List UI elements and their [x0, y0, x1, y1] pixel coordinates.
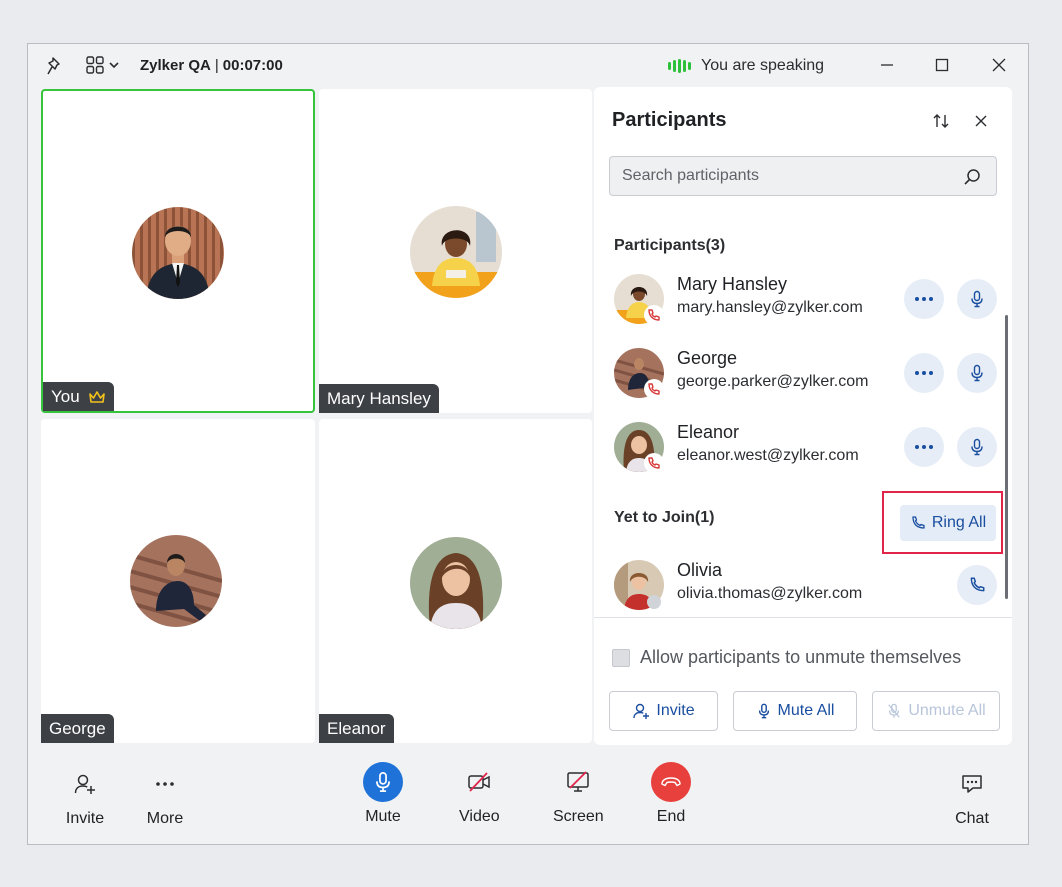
- speaking-indicator: You are speaking: [668, 57, 824, 75]
- allow-unmute-label: Allow participants to unmute themselves: [640, 647, 962, 667]
- participants-panel: Participants Participants(3) Mary Hansle…: [594, 87, 1012, 745]
- participant-name: George: [677, 348, 738, 368]
- end-call-icon: [651, 762, 691, 802]
- search-participants-field[interactable]: [609, 156, 997, 196]
- invite-panel-button[interactable]: Invite: [609, 691, 718, 731]
- title-separator: |: [214, 57, 219, 74]
- mute-button[interactable]: Mute: [363, 762, 403, 826]
- divider: [594, 617, 1012, 618]
- participants-heading: Participants(3): [614, 237, 726, 254]
- video-button[interactable]: Video: [459, 762, 500, 826]
- mute-all-label: Mute All: [777, 702, 835, 719]
- video-tile-george[interactable]: George: [41, 419, 315, 743]
- ring-all-label: Ring All: [931, 514, 987, 531]
- video-off-icon: [459, 762, 499, 802]
- participant-row: George george.parker@zylker.com: [612, 344, 1002, 402]
- screen-share-button[interactable]: Screen: [553, 762, 604, 826]
- tile-label-mary-hansley: Mary Hansley: [319, 384, 439, 413]
- tile-label-you: You: [43, 382, 114, 411]
- participant-row: Eleanor eleanor.west@zylker.com: [612, 418, 1002, 476]
- meeting-name: Zylker QA: [140, 57, 211, 74]
- microphone-icon: [971, 364, 983, 382]
- video-tile-mary-hansley[interactable]: Mary Hansley: [319, 89, 592, 413]
- crown-icon: [88, 391, 105, 403]
- microphone-button[interactable]: [957, 427, 997, 467]
- participant-email: mary.hansley@zylker.com: [677, 299, 863, 316]
- more-dots-icon: [915, 371, 933, 375]
- microphone-icon: [758, 703, 769, 719]
- video-tile-you[interactable]: You: [41, 89, 315, 413]
- allow-unmute-checkbox[interactable]: [612, 648, 630, 667]
- offline-status-icon: [647, 595, 661, 609]
- meeting-duration: 00:07:00: [222, 57, 283, 74]
- layout-grid-icon[interactable]: [86, 55, 122, 75]
- call-participant-button[interactable]: [957, 565, 997, 605]
- add-user-icon: [65, 764, 105, 804]
- allow-unmute-option[interactable]: Allow participants to unmute themselves: [612, 647, 961, 668]
- avatar: [410, 537, 502, 629]
- participant-name: Eleanor: [677, 422, 740, 442]
- close-window-button[interactable]: [990, 56, 1008, 74]
- microphone-icon: [363, 762, 403, 802]
- end-call-button[interactable]: End: [651, 762, 691, 826]
- more-button[interactable]: More: [145, 764, 185, 828]
- avatar: [130, 535, 222, 627]
- search-input[interactable]: [622, 167, 942, 185]
- speaking-status: You are speaking: [701, 57, 825, 74]
- unmute-all-label: Unmute All: [908, 702, 986, 719]
- microphone-button[interactable]: [957, 353, 997, 393]
- search-icon: [962, 167, 982, 187]
- title-bar: Zylker QA | 00:07:00 You are speaking: [28, 44, 1028, 86]
- participant-email: eleanor.west@zylker.com: [677, 447, 859, 464]
- chevron-down-icon: [109, 62, 119, 69]
- phone-badge-icon: [644, 305, 664, 325]
- chat-icon: [952, 764, 992, 804]
- participant-row: Mary Hansley mary.hansley@zylker.com: [612, 270, 1002, 328]
- more-horizontal-icon: [145, 764, 185, 804]
- meeting-title: Zylker QA | 00:07:00: [140, 57, 283, 74]
- yet-to-join-row: Olivia olivia.thomas@zylker.com: [612, 556, 1002, 614]
- microphone-off-icon: [888, 703, 901, 718]
- avatar: [132, 207, 224, 299]
- phone-badge-icon: [644, 453, 664, 473]
- more-dots-icon: [915, 445, 933, 449]
- mute-all-button[interactable]: Mute All: [733, 691, 857, 731]
- microphone-icon: [971, 438, 983, 456]
- screen-share-off-icon: [558, 762, 598, 802]
- more-options-button[interactable]: [904, 427, 944, 467]
- more-options-button[interactable]: [904, 279, 944, 319]
- phone-icon: [912, 516, 925, 529]
- more-dots-icon: [915, 297, 933, 301]
- meeting-window: Zylker QA | 00:07:00 You are speaking Yo…: [27, 43, 1029, 845]
- panel-title: Participants: [612, 109, 727, 131]
- avatar: [410, 206, 502, 298]
- pin-icon[interactable]: [46, 56, 66, 76]
- more-options-button[interactable]: [904, 353, 944, 393]
- video-tile-eleanor[interactable]: Eleanor: [319, 419, 592, 743]
- minimize-button[interactable]: [878, 56, 896, 74]
- sort-icon[interactable]: [931, 111, 951, 131]
- tile-label-george: George: [41, 714, 114, 743]
- yet-to-join-heading: Yet to Join(1): [614, 509, 715, 526]
- ring-all-button[interactable]: Ring All: [900, 505, 996, 541]
- participant-name: Mary Hansley: [677, 274, 788, 294]
- add-user-icon: [633, 703, 650, 719]
- microphone-icon: [971, 290, 983, 308]
- participant-email: george.parker@zylker.com: [677, 373, 869, 390]
- maximize-button[interactable]: [933, 56, 951, 74]
- phone-icon: [970, 577, 985, 592]
- close-panel-button[interactable]: [971, 111, 991, 131]
- invite-button[interactable]: Invite: [65, 764, 105, 828]
- participant-email: olivia.thomas@zylker.com: [677, 585, 863, 602]
- audio-level-icon: [668, 59, 691, 73]
- participant-name: Olivia: [677, 560, 723, 580]
- scrollbar[interactable]: [1005, 315, 1008, 599]
- chat-button[interactable]: Chat: [952, 764, 992, 828]
- unmute-all-button[interactable]: Unmute All: [872, 691, 1000, 731]
- tile-label-eleanor: Eleanor: [319, 714, 394, 743]
- phone-badge-icon: [644, 379, 664, 399]
- microphone-button[interactable]: [957, 279, 997, 319]
- invite-label: Invite: [656, 702, 695, 719]
